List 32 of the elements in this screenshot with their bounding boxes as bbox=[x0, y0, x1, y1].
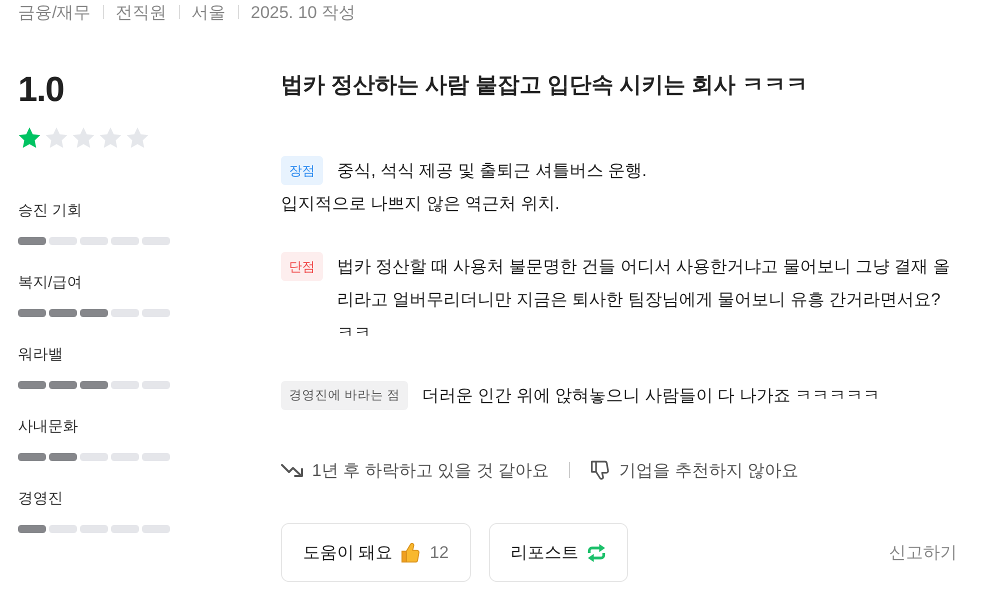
section-tag: 장점 bbox=[281, 156, 323, 185]
category-label: 경영진 bbox=[18, 489, 63, 509]
section-tag: 경영진에 바라는 점 bbox=[281, 381, 408, 410]
meta-text: 전직원 bbox=[116, 2, 167, 24]
section-tag: 단점 bbox=[281, 252, 323, 281]
meta-text: 금융/재무 bbox=[18, 2, 91, 24]
star-icon bbox=[72, 127, 95, 149]
meta-text: 2025. 10 작성 bbox=[250, 2, 356, 24]
thumbs-down-icon bbox=[590, 460, 610, 480]
rating-score: 1.0 bbox=[18, 70, 64, 110]
star-icon bbox=[126, 127, 149, 149]
report-link[interactable]: 신고하기 bbox=[889, 541, 957, 564]
repost-button[interactable]: 리포스트 bbox=[488, 523, 628, 582]
star-icon bbox=[99, 127, 122, 149]
review-text: 입지적으로 나쁘지 않은 역근처 위치. bbox=[281, 193, 560, 215]
outlook-text: 기업을 추천하지 않아요 bbox=[619, 460, 799, 482]
repost-icon bbox=[586, 542, 606, 562]
star-icon bbox=[18, 127, 41, 149]
review-text: 더러운 인간 위에 앉혀놓으니 사람들이 다 나가죠 ㅋㅋㅋㅋㅋ bbox=[422, 385, 882, 407]
review-title: 법카 정산하는 사람 붙잡고 입단속 시키는 회사 ㅋㅋㅋ bbox=[281, 71, 808, 99]
review-text: 중식, 석식 제공 및 출퇴근 셔틀버스 운행. bbox=[337, 160, 648, 182]
category-label: 워라밸 bbox=[18, 345, 63, 365]
helpful-button[interactable]: 도움이 돼요 12 bbox=[281, 523, 471, 582]
outlook-text: 1년 후 하락하고 있을 것 같아요 bbox=[312, 460, 550, 482]
review-text: 법카 정산할 때 사용처 불문명한 건들 어디서 사용한거냐고 물어보니 그냥 결재 올리라고 얼버무리더니만 지금은 퇴사한 팀장님에게 물어보니 유흥 간거라면서요? ㅋㅋ bbox=[337, 256, 951, 344]
category-label: 승진 기회 bbox=[18, 201, 82, 221]
category-label: 사내문화 bbox=[18, 417, 78, 437]
category-label: 복지/급여 bbox=[18, 273, 82, 293]
star-icon bbox=[45, 127, 68, 149]
trend-down-icon bbox=[281, 462, 305, 478]
thumbs-up-icon bbox=[400, 542, 420, 562]
meta-text: 서울 bbox=[192, 2, 226, 24]
